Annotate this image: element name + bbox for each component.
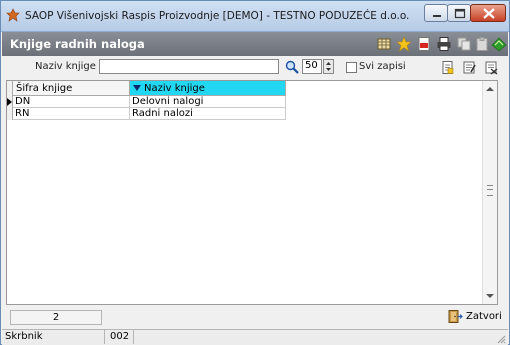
minimize-button[interactable]	[424, 4, 448, 22]
show-all-checkbox[interactable]	[346, 62, 357, 73]
close-button[interactable]: Zatvori	[447, 308, 503, 326]
maximize-button[interactable]	[447, 4, 471, 22]
status-bar: Skrbnik 002	[2, 329, 508, 345]
records-grid[interactable]: Šifra knjige Naziv knjige DN Delovni nal…	[6, 80, 498, 305]
door-exit-icon	[448, 310, 463, 323]
grid-header: Šifra knjige Naziv knjige	[7, 81, 287, 96]
status-divider	[104, 330, 105, 344]
column-header-code-label: Šifra knjige	[16, 83, 73, 94]
favorite-star-icon[interactable]	[396, 36, 412, 52]
status-user: Skrbnik	[5, 331, 43, 342]
print-icon[interactable]	[436, 36, 452, 52]
vertical-scrollbar[interactable]	[482, 81, 497, 304]
cell-name[interactable]: Radni nalozi	[130, 108, 286, 120]
search-bar: Naziv knjige 50 Svi zapisi	[2, 57, 508, 77]
close-icon	[483, 8, 495, 19]
table-row[interactable]: RN Radni nalozi	[7, 108, 287, 120]
current-row-pointer-icon	[7, 98, 12, 106]
saop-app-icon	[6, 8, 20, 22]
status-divider	[133, 330, 134, 344]
cell-code[interactable]: RN	[13, 108, 130, 120]
close-window-button[interactable]	[470, 4, 506, 22]
status-code: 002	[110, 331, 130, 342]
pdf-icon[interactable]	[416, 36, 432, 52]
record-limit-spinner[interactable]	[323, 59, 334, 74]
record-limit-input[interactable]: 50	[302, 59, 322, 74]
column-header-name-label: Naziv knjige	[144, 83, 205, 94]
search-icon[interactable]	[285, 60, 299, 74]
record-count: 2	[10, 310, 102, 325]
search-label: Naziv knjige	[35, 61, 96, 72]
form-header: Knjige radnih naloga	[2, 32, 508, 56]
exit-icon[interactable]	[491, 36, 507, 52]
paste-icon[interactable]	[474, 36, 490, 52]
sort-desc-icon	[133, 85, 141, 91]
column-header-code[interactable]: Šifra knjige	[13, 81, 130, 96]
maximize-icon	[454, 8, 466, 19]
minimize-icon	[433, 15, 441, 17]
new-record-icon[interactable]	[440, 60, 455, 75]
window-title: SAOP Višenivojski Raspis Proizvodnje [DE…	[25, 10, 410, 22]
title-bar[interactable]: SAOP Višenivojski Raspis Proizvodnje [DE…	[1, 1, 509, 32]
edit-record-icon[interactable]	[462, 60, 477, 75]
show-all-label: Svi zapisi	[359, 61, 406, 72]
main-window: SAOP Višenivojski Raspis Proizvodnje [DE…	[0, 0, 510, 345]
delete-record-icon[interactable]	[484, 60, 499, 75]
form-title: Knjige radnih naloga	[10, 37, 145, 51]
close-button-label: Zatvori	[466, 311, 502, 322]
cell-name[interactable]: Delovni nalogi	[130, 96, 286, 108]
cell-code[interactable]: DN	[13, 96, 130, 108]
copy-icon[interactable]	[456, 36, 472, 52]
scroll-grip-icon[interactable]	[487, 185, 493, 196]
spinner-arrows-icon	[326, 62, 331, 71]
scroll-down-icon[interactable]	[486, 294, 494, 298]
table-row[interactable]: DN Delovni nalogi	[7, 96, 287, 108]
resize-grip-icon[interactable]	[496, 334, 506, 344]
grid-icon[interactable]	[376, 36, 392, 52]
column-header-name[interactable]: Naziv knjige	[130, 81, 286, 96]
search-input[interactable]	[99, 59, 279, 74]
scroll-up-icon[interactable]	[486, 87, 494, 91]
record-limit-value: 50	[305, 60, 318, 71]
